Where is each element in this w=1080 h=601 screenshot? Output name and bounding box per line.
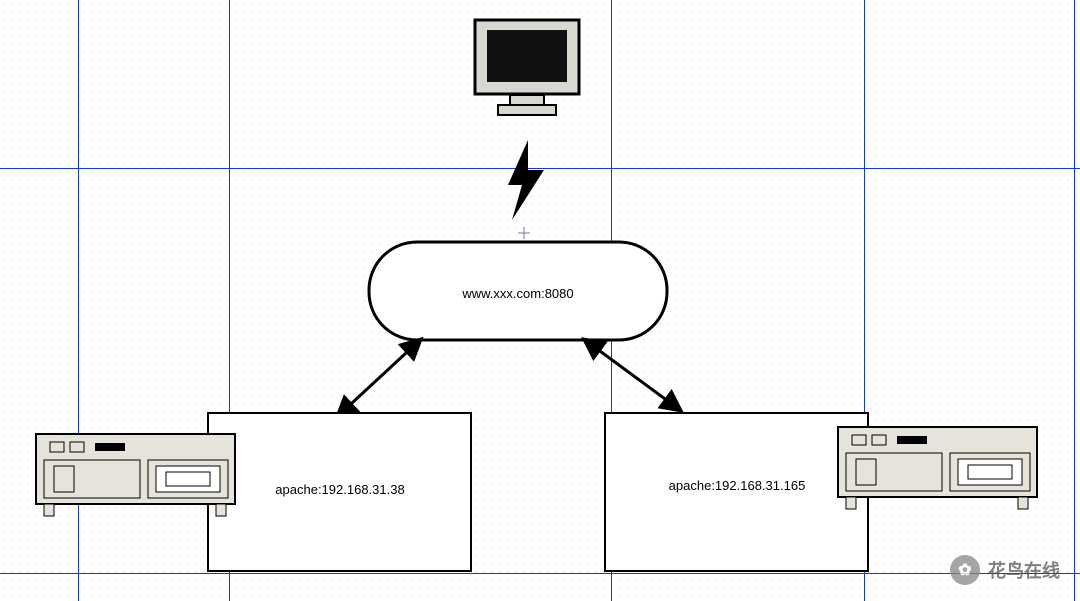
- connector-arrow-right[interactable]: [585, 340, 680, 410]
- watermark-text: 花鸟在线: [988, 557, 1060, 583]
- watermark-logo-icon: ✿: [950, 555, 980, 585]
- connector-arrow-left[interactable]: [338, 340, 420, 416]
- server-rack-right-icon: [838, 427, 1037, 509]
- server-left-node[interactable]: apache:192.168.31.38: [208, 413, 471, 571]
- watermark: ✿ 花鸟在线: [950, 555, 1060, 585]
- lightning-icon: [508, 140, 544, 220]
- client-terminal-icon[interactable]: [475, 20, 579, 115]
- load-balancer-label: www.xxx.com:8080: [461, 286, 573, 301]
- load-balancer-node[interactable]: www.xxx.com:8080: [369, 242, 667, 340]
- server-right-label: apache:192.168.31.165: [669, 478, 806, 493]
- server-left-label: apache:192.168.31.38: [275, 482, 404, 497]
- diagram-svg: www.xxx.com:8080 apache:192.168.31.38 ap…: [0, 0, 1080, 601]
- server-rack-left-icon: [36, 434, 235, 516]
- resize-handle-icon[interactable]: [518, 227, 530, 239]
- server-right-node[interactable]: apache:192.168.31.165: [605, 413, 868, 571]
